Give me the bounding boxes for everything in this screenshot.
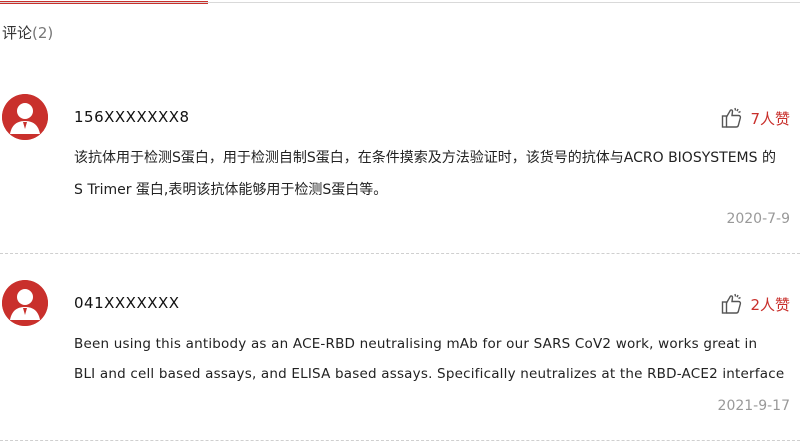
like-count: 7人赞 xyxy=(750,109,790,128)
comment-date: 2020-7-9 xyxy=(726,211,790,227)
user-avatar-icon xyxy=(2,94,48,140)
like-count: 2人赞 xyxy=(750,295,790,314)
user-avatar-icon xyxy=(2,280,48,326)
comment-body: Been using this antibody as an ACE-RBD n… xyxy=(74,329,794,389)
comment-date: 2021-9-17 xyxy=(717,398,790,414)
like-button[interactable]: 2人赞 xyxy=(720,292,790,316)
comment-username: 156XXXXXXX8 xyxy=(74,108,190,126)
comments-count: (2) xyxy=(32,24,54,42)
comments-title: 评论 xyxy=(2,24,33,42)
comment-text-line: Been using this antibody as an ACE-RBD n… xyxy=(74,336,758,352)
tab-divider xyxy=(0,2,800,3)
comment-text-line: BLI and cell based assays, and ELISA bas… xyxy=(74,366,785,382)
comment-text-line: S Trimer 蛋白,表明该抗体能够用于检测S蛋白等。 xyxy=(74,182,388,198)
comment-text-line: 该抗体用于检测S蛋白，用于检测自制S蛋白，在条件摸索及方法验证时，该货号的抗体与… xyxy=(74,150,776,166)
comments-heading: 评论(2) xyxy=(2,22,53,43)
comment-divider xyxy=(0,253,800,254)
thumbs-up-icon xyxy=(720,292,744,316)
comment-body: 该抗体用于检测S蛋白，用于检测自制S蛋白，在条件摸索及方法验证时，该货号的抗体与… xyxy=(74,142,794,206)
thumbs-up-icon xyxy=(720,106,744,130)
comment-username: 041XXXXXXX xyxy=(74,294,180,312)
comment-divider xyxy=(0,440,800,441)
like-button[interactable]: 7人赞 xyxy=(720,106,790,130)
